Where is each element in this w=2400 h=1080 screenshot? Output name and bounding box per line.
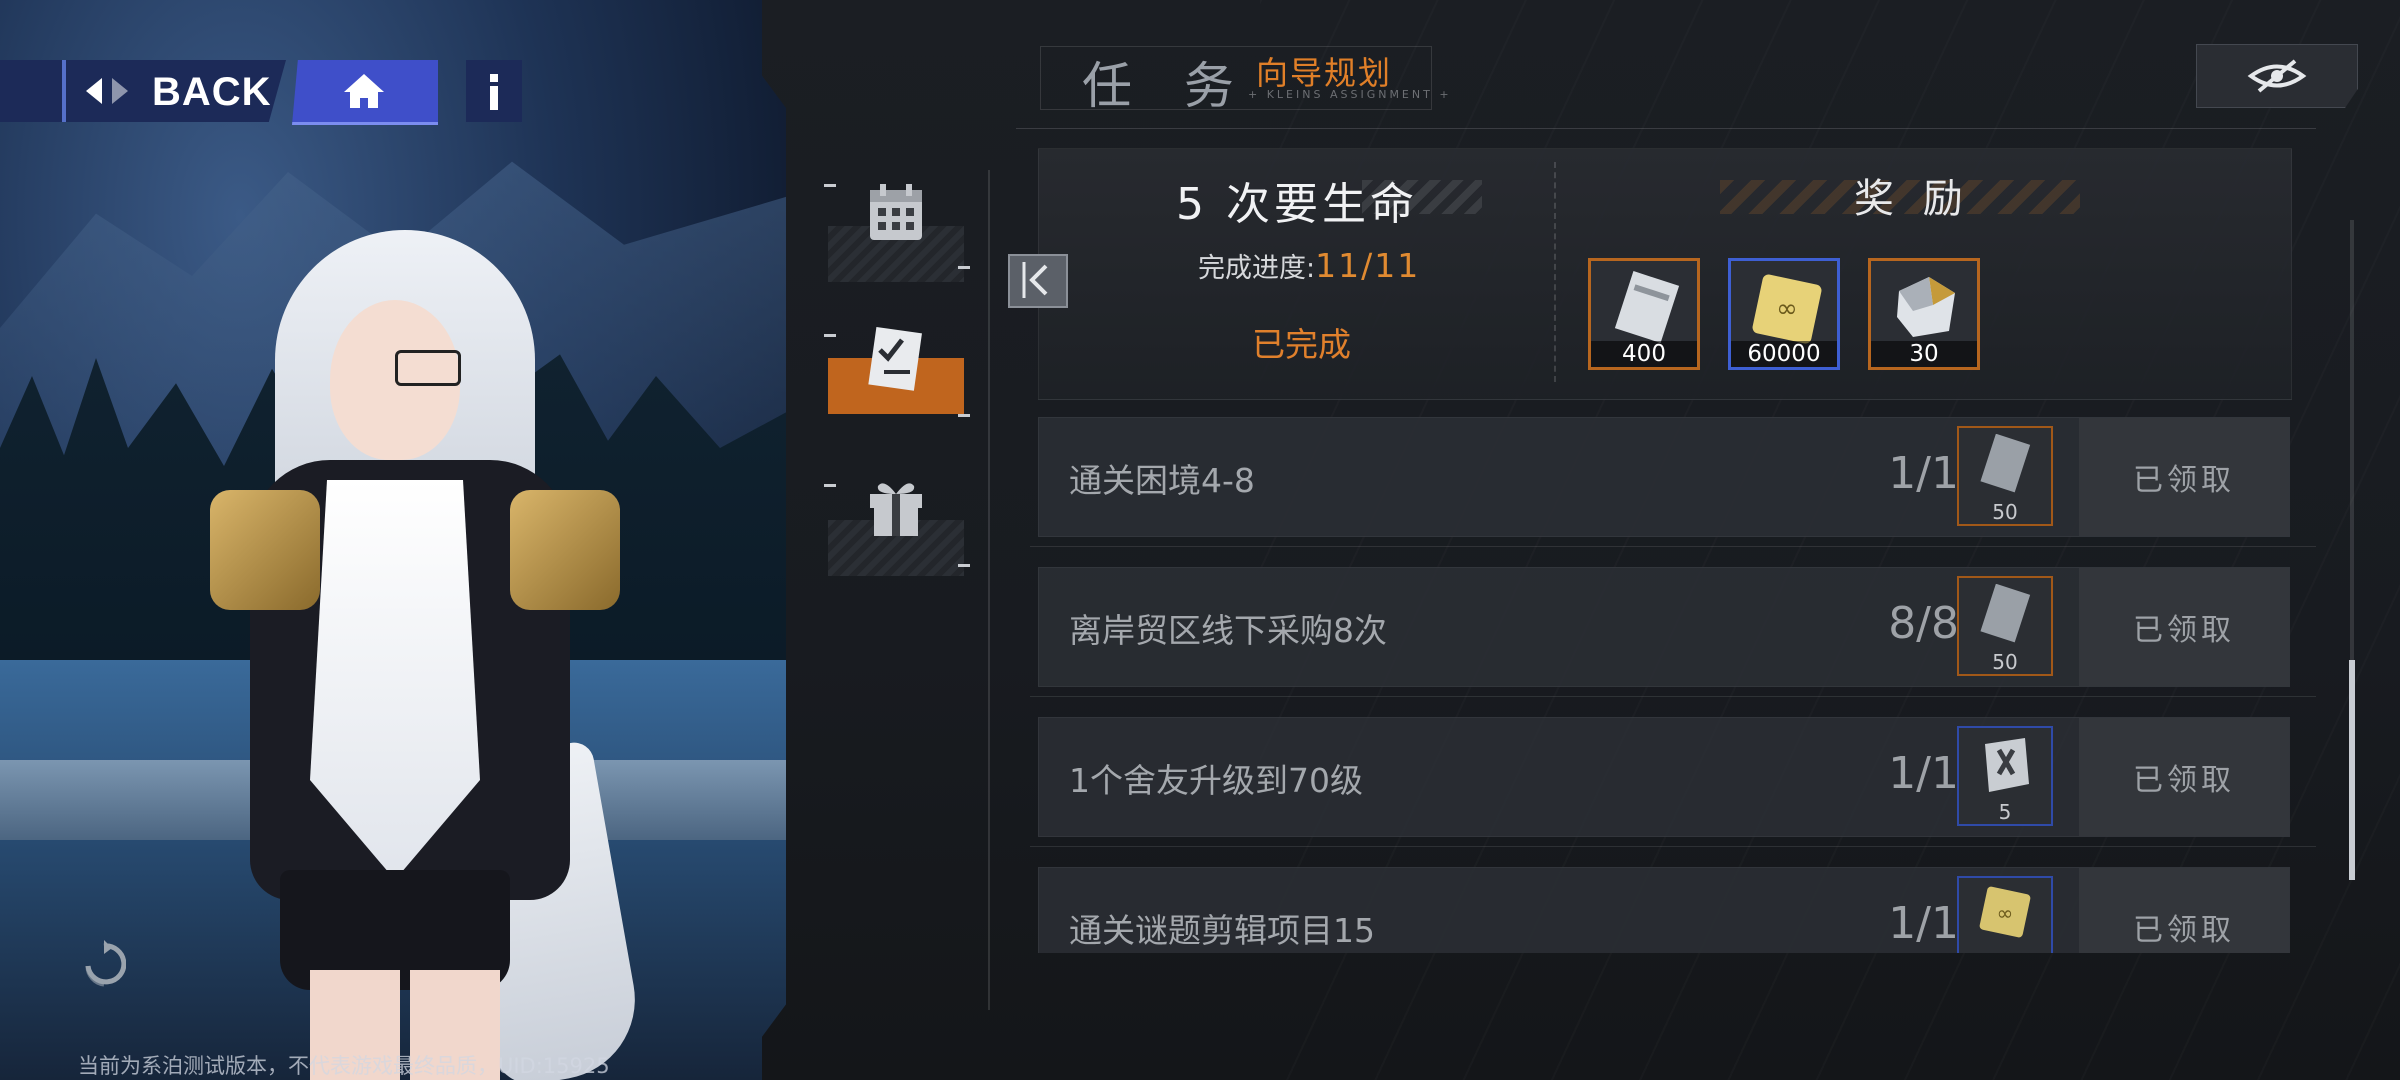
game-screen: BACK 当前为系泊测试版本，不代表游戏最终品质，UID:15925 任 务 向… — [0, 0, 2400, 1080]
svg-text:∞: ∞ — [1776, 294, 1798, 324]
tab-calendar[interactable] — [828, 182, 964, 282]
reward-title: 奖 励 — [1854, 176, 1971, 222]
task-row[interactable]: 1个舍友升级到70级 1/1 5 已领取 — [1038, 717, 2290, 837]
row-divider — [1030, 846, 2316, 847]
info-icon — [490, 74, 498, 110]
crystal-icon — [1897, 277, 1955, 337]
task-name: 通关谜题剪辑项目15 — [1069, 911, 1375, 950]
coin-chip-icon: ∞ — [1979, 886, 2031, 938]
claimed-button[interactable]: 已领取 — [2079, 568, 2289, 686]
mission-status: 已完成 — [1252, 325, 1351, 364]
task-name: 离岸贸区线下采购8次 — [1069, 611, 1387, 650]
task-row[interactable]: 通关谜题剪辑项目15 1/1 ∞ 已领取 — [1038, 867, 2290, 953]
page-title: 任 务 — [1082, 57, 1252, 115]
task-name: 1个舍友升级到70级 — [1069, 761, 1363, 800]
ticket-icon — [1614, 271, 1680, 343]
task-reward-qty: 5 — [1998, 800, 2012, 824]
task-reward-qty: 50 — [1992, 500, 2018, 524]
progress-value: 11/11 — [1315, 246, 1421, 285]
back-label: BACK — [152, 70, 272, 114]
svg-text:∞: ∞ — [1997, 901, 2014, 925]
task-row[interactable]: 通关困境4-8 1/1 50 已领取 — [1038, 417, 2290, 537]
reward-item[interactable]: 30 — [1868, 258, 1980, 370]
reward-item[interactable]: 400 — [1588, 258, 1700, 370]
row-divider — [1030, 696, 2316, 697]
task-reward[interactable]: 50 — [1957, 426, 2053, 526]
reward-qty: 60000 — [1731, 341, 1837, 367]
hide-ui-button[interactable] — [2196, 44, 2358, 108]
reward-qty: 30 — [1871, 341, 1977, 367]
task-progress: 1/1 — [1888, 748, 1959, 799]
page-subtitle-en: + KLEINS ASSIGNMENT + — [1248, 88, 1452, 101]
coin-chip-icon: ∞ — [1752, 274, 1822, 344]
tab-marker — [958, 266, 970, 269]
ticket-icon — [1980, 434, 2031, 493]
home-button[interactable] — [292, 60, 438, 125]
back-button[interactable]: BACK — [0, 60, 286, 122]
claimed-button[interactable]: 已领取 — [2079, 868, 2289, 953]
mission-title: 5 次要生命 — [1176, 179, 1418, 230]
refresh-icon[interactable] — [82, 940, 126, 990]
header-divider — [1016, 128, 2316, 129]
character-illustration — [170, 230, 690, 1080]
left-right-arrows-icon — [86, 78, 128, 104]
task-name: 通关困境4-8 — [1069, 461, 1255, 500]
claimed-button[interactable]: 已领取 — [2079, 418, 2289, 536]
task-reward[interactable]: 50 — [1957, 576, 2053, 676]
task-reward[interactable]: ∞ — [1957, 876, 2053, 953]
task-reward-qty: 50 — [1992, 650, 2018, 674]
build-notice: 当前为系泊测试版本，不代表游戏最终品质，UID:15925 — [78, 1054, 610, 1078]
tab-marker — [958, 414, 970, 417]
task-progress: 8/8 — [1888, 598, 1959, 649]
task-progress: 1/1 — [1888, 898, 1959, 949]
character-scene — [0, 0, 800, 1080]
book-icon — [1985, 738, 2029, 792]
chevron-left-icon — [1022, 262, 1048, 298]
tab-marker — [958, 564, 970, 567]
task-progress: 1/1 — [1888, 448, 1959, 499]
task-row[interactable]: 离岸贸区线下采购8次 8/8 50 已领取 — [1038, 567, 2290, 687]
info-button[interactable] — [466, 60, 522, 122]
ticket-icon — [1980, 584, 2031, 643]
progress-label: 完成进度: — [1198, 253, 1316, 284]
row-divider — [1030, 546, 2316, 547]
reward-item[interactable]: ∞ 60000 — [1728, 258, 1840, 370]
gift-icon — [870, 483, 922, 536]
collapse-button[interactable] — [1008, 254, 1068, 308]
tab-divider — [988, 170, 990, 1010]
scrollbar-thumb[interactable] — [2349, 660, 2355, 880]
calendar-icon — [870, 184, 922, 240]
task-reward[interactable]: 5 — [1957, 726, 2053, 826]
summary-divider — [1554, 162, 1556, 382]
reward-qty: 400 — [1591, 341, 1697, 367]
checklist-icon — [868, 326, 922, 391]
tab-gift[interactable] — [828, 476, 964, 576]
mission-progress: 完成进度:11/11 — [1198, 246, 1420, 285]
tab-guide[interactable] — [828, 326, 964, 420]
home-icon — [344, 74, 384, 108]
task-list: 通关困境4-8 1/1 50 已领取 离岸贸区线下采购8次 8/8 50 已领取 — [1030, 405, 2330, 953]
claimed-button[interactable]: 已领取 — [2079, 718, 2289, 836]
eye-slash-icon — [2247, 59, 2307, 93]
